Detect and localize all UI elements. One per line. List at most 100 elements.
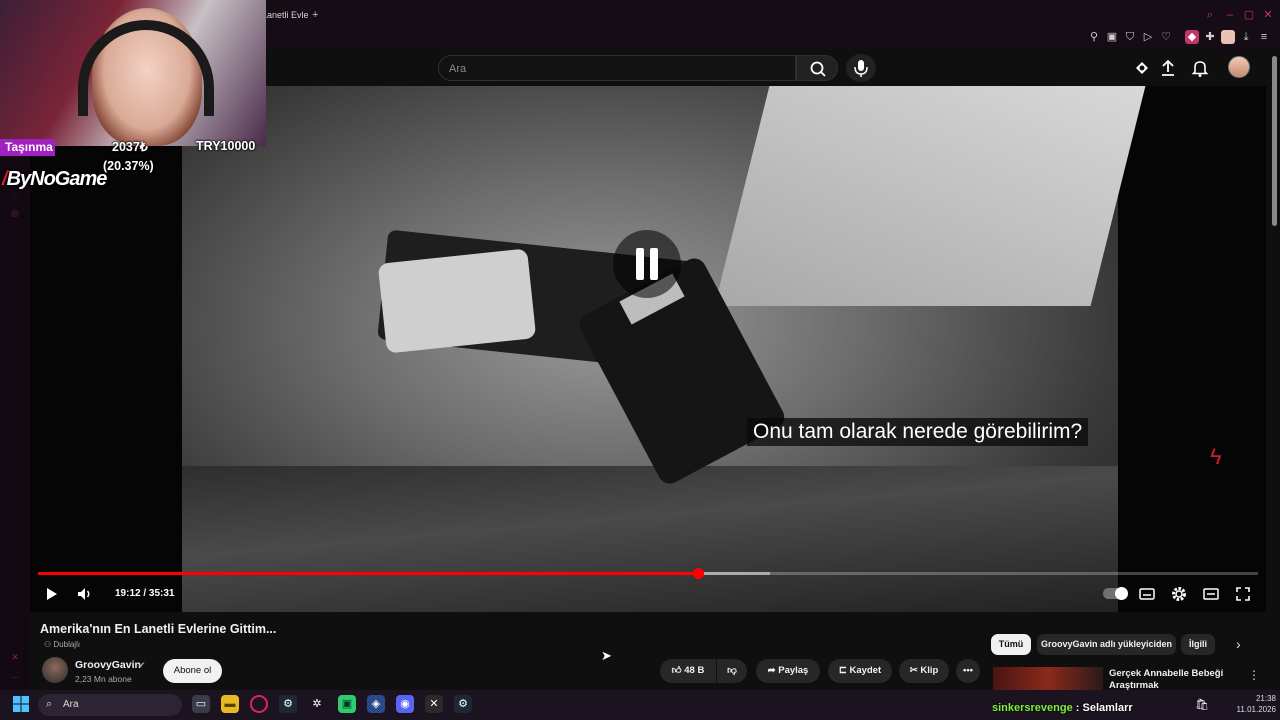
chip-related[interactable]: İlgili — [1181, 634, 1215, 655]
recommendation-menu-icon[interactable]: ⋮ — [1248, 668, 1260, 682]
dislike-button[interactable]: 👎︎ — [717, 659, 747, 683]
steam-icon[interactable]: ⚙ — [279, 695, 297, 713]
search-tabs-icon[interactable]: ⌕ — [1202, 8, 1218, 22]
share-icon: ➦ — [767, 665, 779, 676]
theater-mode-button[interactable] — [1201, 584, 1221, 604]
app-icon[interactable]: ◈ — [367, 695, 385, 713]
maximize-icon[interactable]: ▢ — [1241, 8, 1257, 22]
window-icon[interactable]: ▣ — [1105, 30, 1119, 44]
menu-icon[interactable]: ≡ — [1257, 30, 1271, 44]
heart-icon[interactable]: ♡ — [1159, 30, 1173, 44]
time-display: 19:12 / 35:31 — [115, 588, 175, 599]
clip-button[interactable]: ✂ Klip — [899, 659, 949, 683]
chip-all[interactable]: Tümü — [991, 634, 1031, 655]
download-icon[interactable]: ⤓ — [1239, 30, 1253, 44]
pin-icon[interactable]: ⚲ — [1087, 30, 1101, 44]
more-actions-button[interactable]: ••• — [956, 659, 980, 683]
new-tab-button[interactable]: + — [312, 9, 318, 21]
dubbed-label: Dublajlı — [53, 640, 81, 649]
extension-icon[interactable]: ◆ — [1185, 30, 1199, 44]
progress-played — [38, 572, 698, 575]
autoplay-knob — [1115, 587, 1128, 600]
volume-icon — [78, 588, 90, 600]
dubbed-badge: ⚇ Dublajlı — [44, 640, 80, 649]
video-player[interactable] — [30, 86, 1266, 612]
donation-percent: (20.37%) — [103, 159, 154, 173]
autoplay-toggle[interactable] — [1103, 587, 1128, 600]
page-scrollbar[interactable] — [1272, 56, 1277, 226]
taskbar-search[interactable]: ⌕ Ara — [38, 694, 182, 716]
task-view-icon[interactable]: ▭ — [192, 695, 210, 713]
bynogame-logo-text: ByNoGame — [6, 168, 108, 190]
clip-label: Klip — [920, 665, 939, 676]
recommendation-title[interactable]: Gerçek Annabelle Bebeği Araştırmak — [1109, 668, 1229, 692]
fullscreen-button[interactable] — [1233, 584, 1253, 604]
upload-icon[interactable] — [1158, 58, 1178, 78]
chatgpt-icon[interactable]: ✲ — [308, 695, 326, 713]
subtitles-button[interactable] — [1137, 584, 1157, 604]
file-explorer-icon[interactable]: ▬ — [221, 695, 239, 713]
recommendation-thumbnail[interactable] — [993, 667, 1103, 691]
account-avatar[interactable] — [1228, 56, 1250, 78]
clock-date[interactable]: 11.01.2026 — [1222, 705, 1276, 714]
steam-icon[interactable]: ⚙ — [454, 695, 472, 713]
sidebar-icon[interactable]: ◎ — [9, 208, 21, 220]
video-desk — [182, 466, 1118, 612]
play-icon[interactable]: ▷ — [1141, 30, 1155, 44]
chevron-right-icon[interactable]: › — [1236, 636, 1241, 652]
bookmark-icon: ⊏ — [838, 665, 850, 676]
volume-button[interactable] — [75, 584, 95, 604]
search-button[interactable] — [796, 55, 838, 81]
subtitles-icon — [1139, 588, 1155, 600]
donation-goal-label: Taşınma — [0, 139, 55, 156]
chat-username: sinkersrevenge — [992, 702, 1073, 714]
sidebar-icon[interactable]: ✕ — [9, 652, 21, 664]
create-icon[interactable] — [1132, 58, 1152, 78]
pause-indicator-icon[interactable] — [613, 230, 681, 298]
donation-goal-target: TRY10000 — [196, 139, 256, 153]
mouse-cursor-icon: ➤ — [601, 648, 612, 663]
clock-time[interactable]: 21:38 — [1240, 694, 1276, 703]
notification-tray-icon[interactable]: 🛍︎ — [1193, 696, 1211, 714]
progress-scrubber[interactable] — [692, 568, 704, 579]
progress-bar[interactable] — [38, 568, 1258, 579]
puzzle-icon[interactable]: ✚ — [1203, 30, 1217, 44]
chat-text: Selamlarr — [1082, 702, 1133, 714]
webcam-headphones — [78, 20, 214, 116]
opera-gx-icon[interactable] — [250, 695, 268, 713]
browser-tab[interactable]: Lanetli Evle — [262, 6, 310, 24]
dubbed-icon: ⚇ — [44, 640, 54, 649]
chip-from-uploader[interactable]: GroovyGavin adlı yükleyiciden — [1037, 634, 1176, 655]
close-icon[interactable]: ✕ — [1260, 8, 1276, 22]
discord-icon[interactable]: ◉ — [396, 695, 414, 713]
chat-separator: : — [1072, 702, 1083, 714]
windows-start-icon[interactable] — [13, 696, 29, 712]
fullscreen-icon — [1236, 587, 1250, 601]
channel-name[interactable]: GroovyGavin — [75, 659, 141, 671]
notifications-bell-icon[interactable] — [1190, 58, 1210, 78]
voice-search-button[interactable] — [846, 54, 876, 82]
subscribe-button[interactable]: Abone ol — [163, 659, 222, 683]
microphone-icon — [854, 60, 868, 77]
play-button[interactable] — [41, 584, 61, 604]
minimize-icon[interactable]: – — [1222, 8, 1238, 22]
sidebar-icon[interactable]: ◌ — [9, 190, 21, 202]
save-button[interactable]: ⊏ Kaydet — [828, 659, 892, 683]
like-button[interactable]: 👍︎ 48 B — [660, 659, 716, 683]
capcut-icon[interactable]: ✕ — [425, 695, 443, 713]
shield-icon[interactable]: ⛉ — [1123, 30, 1137, 44]
thumbs-up-icon: 👍︎ — [671, 665, 685, 676]
like-count: 48 B — [684, 665, 705, 676]
profile-icon[interactable] — [1221, 30, 1235, 44]
app-icon[interactable]: ▣ — [338, 695, 356, 713]
search-input[interactable] — [449, 60, 779, 78]
bynogame-logo: /ByNoGame — [2, 168, 108, 190]
sidebar-more-icon[interactable]: ⋯ — [9, 672, 21, 684]
settings-button[interactable] — [1169, 584, 1189, 604]
video-subtitle: Onu tam olarak nerede görebilirim? — [747, 418, 1089, 446]
channel-avatar[interactable] — [42, 657, 68, 683]
webcam-overlay — [0, 0, 266, 146]
save-label: Kaydet — [849, 665, 882, 676]
video-paper — [714, 86, 1146, 306]
share-button[interactable]: ➦ Paylaş — [756, 659, 820, 683]
